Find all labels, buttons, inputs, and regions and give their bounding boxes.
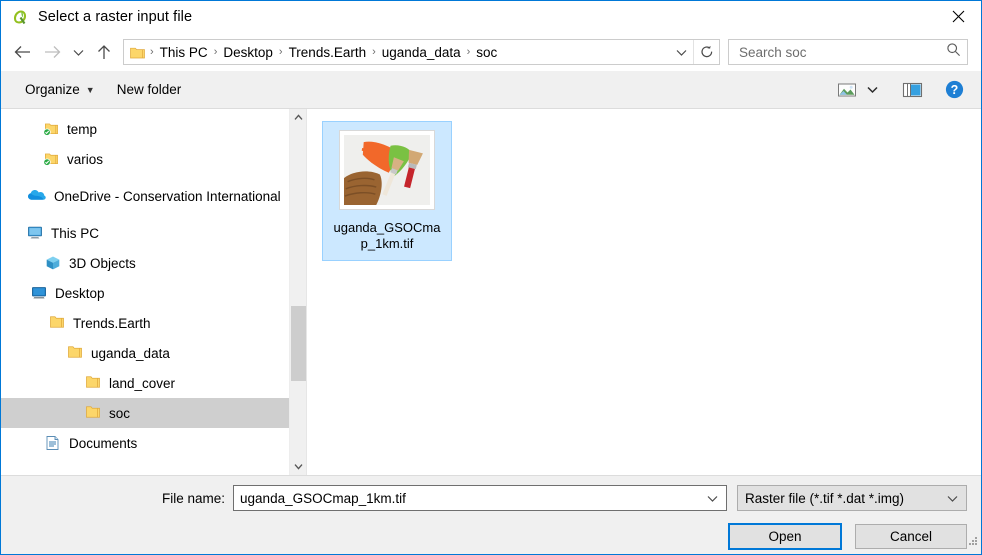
navigation-tree-pane: temp varios OneDrive - Conservation Inte… [1, 109, 306, 475]
breadcrumb-item-uganda-data[interactable]: uganda_data [377, 45, 466, 60]
file-open-dialog: Select a raster input file › This PC › D… [0, 0, 982, 555]
tree-item-label: 3D Objects [69, 255, 136, 271]
tree-item-trends-earth[interactable]: Trends.Earth [1, 308, 306, 338]
file-item-uganda-gsocmap[interactable]: uganda_GSOCmap_1km.tif [322, 121, 452, 261]
tree-item-label: temp [67, 121, 98, 137]
desktop-icon [31, 285, 47, 301]
folder-icon [130, 46, 145, 59]
dialog-body: temp varios OneDrive - Conservation Inte… [1, 109, 981, 476]
tree-item-label: OneDrive - Conservation International [54, 188, 281, 204]
breadcrumb-item-soc[interactable]: soc [471, 45, 502, 60]
tree-item-uganda-data[interactable]: uganda_data [1, 338, 306, 368]
this-pc-icon [27, 225, 43, 241]
file-name-input[interactable]: uganda_GSOCmap_1km.tif [233, 485, 727, 511]
folder-icon [67, 345, 83, 361]
folder-synced-icon [43, 121, 59, 137]
window-title: Select a raster input file [38, 9, 193, 25]
tree-item-documents[interactable]: Documents [1, 428, 306, 458]
tree-item-label: land_cover [109, 375, 176, 391]
close-button[interactable] [935, 1, 981, 32]
dialog-footer: File name: uganda_GSOCmap_1km.tif Raster… [1, 476, 981, 554]
scrollbar-thumb[interactable] [290, 306, 306, 381]
title-bar: Select a raster input file [1, 1, 981, 33]
new-folder-button[interactable]: New folder [109, 78, 190, 101]
tree-vertical-scrollbar[interactable] [289, 109, 306, 475]
refresh-icon[interactable] [693, 40, 719, 64]
new-folder-label: New folder [116, 82, 182, 97]
help-icon[interactable]: ? [940, 77, 969, 102]
breadcrumb-item-this-pc[interactable]: This PC [155, 45, 213, 60]
tree-item-label: varios [67, 151, 104, 167]
tree-item-3d-objects[interactable]: 3D Objects [1, 248, 306, 278]
tree-item-label: This PC [51, 225, 100, 241]
scrollbar-track[interactable] [290, 126, 307, 458]
address-dropdown-chevron-down-icon[interactable] [669, 48, 693, 57]
file-item-label: uganda_GSOCmap_1km.tif [333, 220, 441, 251]
folder-synced-icon [43, 151, 59, 167]
tree-item-land-cover[interactable]: land_cover [1, 368, 306, 398]
paint-image-thumbnail [339, 130, 435, 210]
organize-label: Organize [25, 82, 80, 97]
command-bar: Organize ▼ New folder ? [1, 71, 981, 109]
address-bar-row: › This PC › Desktop › Trends.Earth › uga… [1, 33, 981, 71]
documents-icon [45, 435, 61, 451]
scroll-up-chevron-up-icon[interactable] [290, 109, 307, 126]
up-arrow-icon[interactable] [89, 37, 119, 67]
breadcrumb-item-trends-earth[interactable]: Trends.Earth [284, 45, 372, 60]
folder-icon [49, 315, 65, 331]
tree-item-label: uganda_data [91, 345, 170, 361]
resize-grip-icon[interactable] [966, 533, 978, 551]
file-name-label: File name: [162, 490, 226, 506]
file-type-value: Raster file (*.tif *.dat *.img) [745, 490, 905, 506]
tree-item-soc[interactable]: soc [1, 398, 306, 428]
tree-item-label: Documents [69, 435, 138, 451]
file-name-chevron-down-icon[interactable] [702, 494, 722, 503]
tree-item-onedrive[interactable]: OneDrive - Conservation International [1, 181, 306, 211]
change-view-chevron-down-icon[interactable] [862, 82, 883, 97]
tree-item-varios[interactable]: varios [1, 144, 306, 174]
back-arrow-icon[interactable] [7, 37, 37, 67]
search-input[interactable]: Search soc [739, 45, 946, 60]
file-type-chevron-down-icon[interactable] [942, 494, 962, 503]
file-type-dropdown[interactable]: Raster file (*.tif *.dat *.img) [737, 485, 967, 511]
organize-button[interactable]: Organize ▼ [17, 78, 103, 101]
open-button[interactable]: Open [728, 523, 842, 550]
svg-text:?: ? [951, 83, 959, 97]
tree-item-label: soc [109, 405, 131, 421]
chevron-down-icon: ▼ [85, 84, 95, 95]
change-view-icon[interactable] [832, 79, 862, 101]
3d-objects-icon [45, 255, 61, 271]
breadcrumb: › This PC › Desktop › Trends.Earth › uga… [149, 45, 669, 60]
file-list-pane[interactable]: uganda_GSOCmap_1km.tif [310, 109, 981, 475]
tree-item-this-pc[interactable]: This PC [1, 218, 306, 248]
cancel-button[interactable]: Cancel [855, 524, 967, 549]
tree-item-temp[interactable]: temp [1, 114, 306, 144]
tree-item-label: Desktop [55, 285, 105, 301]
dialog-buttons-row: Open Cancel [15, 523, 967, 550]
breadcrumb-item-desktop[interactable]: Desktop [218, 45, 278, 60]
folder-icon [85, 375, 101, 391]
tree-item-desktop[interactable]: Desktop [1, 278, 306, 308]
scroll-down-chevron-down-icon[interactable] [290, 458, 307, 475]
preview-pane-icon[interactable] [897, 79, 928, 101]
file-name-value: uganda_GSOCmap_1km.tif [240, 490, 406, 506]
file-name-row: File name: uganda_GSOCmap_1km.tif Raster… [15, 485, 967, 511]
address-bar[interactable]: › This PC › Desktop › Trends.Earth › uga… [123, 39, 720, 65]
tree-item-label: Trends.Earth [73, 315, 151, 331]
recent-locations-chevron-down-icon[interactable] [67, 37, 89, 67]
search-icon [946, 42, 961, 62]
navigation-tree: temp varios OneDrive - Conservation Inte… [1, 109, 306, 458]
search-box[interactable]: Search soc [728, 39, 968, 65]
onedrive-icon [27, 188, 46, 204]
folder-icon [85, 405, 101, 421]
qgis-icon [12, 9, 28, 25]
forward-arrow-icon [37, 37, 67, 67]
